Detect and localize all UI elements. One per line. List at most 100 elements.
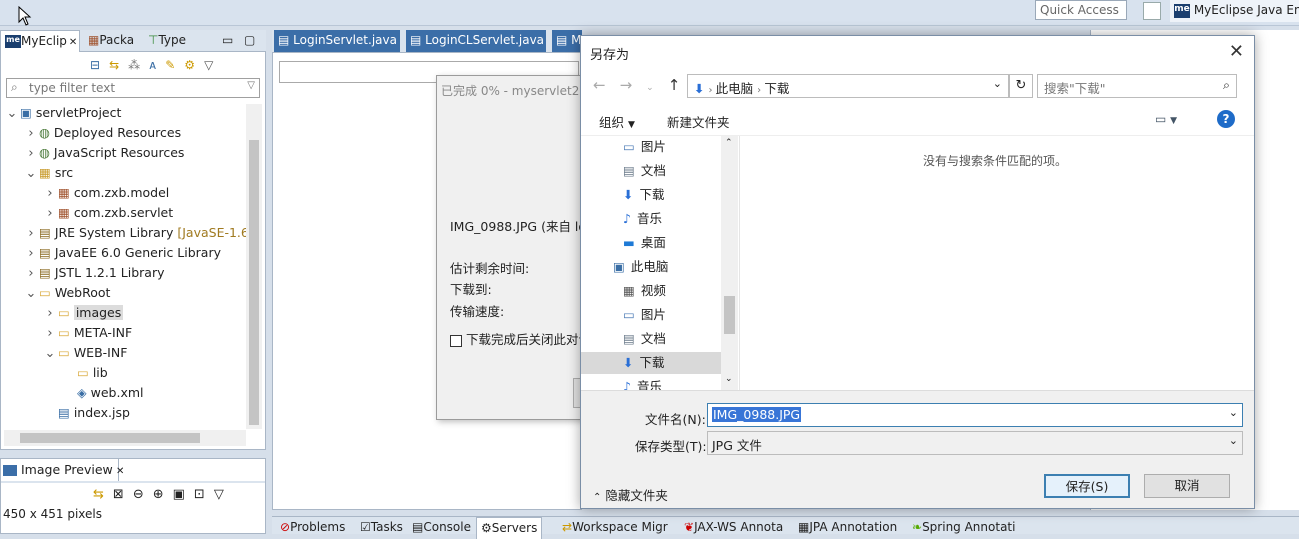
view-options-button[interactable]: ▭ ▼ [1155,112,1177,126]
chevron-down-icon[interactable]: ▽ [247,80,255,91]
help-icon[interactable]: ? [1217,110,1235,128]
tab-console[interactable]: ▤Console [408,517,475,539]
scroll-thumb[interactable] [20,433,200,443]
quick-access-input[interactable]: Quick Access [1035,0,1127,20]
close-icon[interactable]: ✕ [113,466,124,477]
nav-scrollbar[interactable]: ⌃ ⌄ [721,136,738,390]
file-list[interactable]: 没有与搜索条件匹配的项。 [739,136,1249,390]
scroll-up-icon[interactable]: ⌃ [725,138,733,148]
tree-item[interactable]: ⌄ ▭ WEB-INF [44,343,128,364]
tree-item[interactable]: › ▦ com.zxb.servlet [44,203,173,223]
cancel-button[interactable]: 取消 [1144,474,1230,498]
wand-icon[interactable]: ✎ [165,58,184,72]
chevron-down-icon[interactable]: ⌄ [44,344,56,364]
nav-item[interactable]: ▭ 图片 [581,136,721,158]
actual-size-icon[interactable]: ▣ [173,487,194,502]
new-folder-button[interactable]: 新建文件夹 [667,112,730,131]
chevron-right-icon[interactable]: › [44,304,56,324]
font-icon[interactable]: ᴀ [149,58,165,72]
tree-item[interactable]: › ◍ Deployed Resources [25,123,181,143]
scroll-down-icon[interactable]: ⌄ [725,374,733,384]
tab-jpa[interactable]: ▦JPA Annotation [794,517,901,539]
tree-item[interactable]: ▤ index.jsp [44,403,130,423]
tree-item[interactable]: ◈ web.xml [63,383,144,403]
checkbox-icon[interactable] [450,334,462,347]
tree-item[interactable]: › ▭ images [44,303,124,324]
scroll-thumb[interactable] [249,140,259,425]
tree-item[interactable]: › ▦ com.zxb.model [44,183,169,203]
open-perspective-icon[interactable] [1143,2,1161,20]
fit-window-icon[interactable]: ⊡ [194,487,214,502]
chevron-down-icon[interactable]: ⌄ [993,77,1002,90]
tab-tasks[interactable]: ☑Tasks [356,517,407,539]
breadcrumb-downloads[interactable]: 下载 [764,81,789,96]
chevron-right-icon[interactable]: › [44,204,56,224]
chevron-right-icon[interactable]: › [44,324,56,344]
tree-item[interactable]: ›▤JRE System Library[JavaSE-1.6] [25,223,246,243]
nav-item[interactable]: ⬇ 下载 [581,352,721,374]
tab-servers[interactable]: ⚙Servers [476,517,543,539]
chevron-down-icon[interactable]: ⌄ [6,104,18,124]
nav-item[interactable]: ▤ 文档 [581,328,721,350]
chevron-right-icon[interactable]: › [25,144,37,164]
nav-item[interactable]: ▣ 此电脑 [581,256,721,278]
settings-icon[interactable]: ⚙ [184,58,204,72]
tab-workspace-migration[interactable]: ⇄Workspace Migr [558,517,672,539]
organize-button[interactable]: 组织 ▼ [599,112,635,131]
link-icon[interactable]: ⇆ [93,487,113,502]
perspective-myeclipse[interactable]: me MyEclipse Java En [1170,0,1299,22]
view-menu-icon[interactable]: ▽ [214,487,233,502]
nav-item[interactable]: ▭ 图片 [581,304,721,326]
tab-package-explorer[interactable]: ▦Packa [84,30,142,52]
zoom-out-icon[interactable]: ⊖ [133,487,153,502]
filename-input[interactable]: IMG_0988.JPG ⌄ [707,403,1243,427]
nav-item[interactable]: ▤ 文档 [581,160,721,182]
nav-item[interactable]: ▬ 桌面 [581,232,721,254]
save-button[interactable]: 保存(S) [1044,474,1130,498]
tab-jaxws[interactable]: ❦JAX-WS Annota [680,517,787,539]
filters-icon[interactable]: ⁂ [128,58,149,72]
tree-item[interactable]: › ▭ META-INF [44,323,132,343]
chevron-down-icon[interactable]: ⌄ [1229,434,1238,447]
tab-loginservlet[interactable]: ▤ LoginServlet.java [274,30,400,52]
chevron-right-icon[interactable]: › [25,244,37,264]
chevron-down-icon[interactable]: ⌄ [25,164,37,184]
tab-myeclipse-explorer[interactable]: meMyEclip ✕ [0,30,80,52]
tree-item[interactable]: › ▤ JavaEE 6.0 Generic Library [25,243,221,263]
chevron-right-icon[interactable]: › [25,124,37,144]
tree-item[interactable]: › ◍ JavaScript Resources [25,143,184,163]
nav-item[interactable]: ⬇ 下载 [581,184,721,206]
tree-item[interactable]: › ▤ JSTL 1.2.1 Library [25,263,164,284]
file-type-select[interactable]: JPG 文件 ⌄ [707,431,1243,455]
link-editor-icon[interactable]: ⇆ [109,58,128,72]
tab-image-preview[interactable]: Image Preview ✕ [1,459,124,481]
view-menu-icon[interactable]: ▽ [204,58,222,72]
fit-icon[interactable]: ⊠ [113,487,133,502]
minimize-button[interactable]: ▭ [218,30,238,52]
tree-item[interactable]: ⌄ ▦ src [25,163,74,184]
chevron-right-icon[interactable]: › [44,184,56,204]
hide-folders-toggle[interactable]: ⌃ 隐藏文件夹 [593,485,668,504]
nav-item[interactable]: ▦ 视频 [581,280,721,302]
chevron-down-icon[interactable]: ⌄ [25,284,37,304]
tab-spring[interactable]: ❧Spring Annotati [908,517,1019,539]
collapse-all-icon[interactable]: ⊟ [90,58,109,72]
filter-input[interactable]: ⌕ type filter text ▽ [6,78,260,98]
chevron-down-icon[interactable]: ⌄ [1229,406,1238,419]
search-input[interactable]: 搜索"下载" ⌕ [1037,74,1237,98]
tree-item[interactable]: ⌄ ▭ WebRoot [25,283,111,304]
zoom-in-icon[interactable]: ⊕ [153,487,173,502]
nav-item[interactable]: ♪ 音乐 [581,208,721,230]
maximize-button[interactable]: ▢ [240,30,260,52]
scroll-thumb[interactable] [724,296,735,334]
chevron-right-icon[interactable]: › [25,224,37,244]
chevron-right-icon[interactable]: › [25,264,37,284]
tree-item[interactable]: ▭ lib [63,363,108,383]
tab-loginclservlet[interactable]: ▤ LoginCLServlet.java [406,30,546,52]
recent-chevron-icon[interactable]: ⌄ [646,83,668,93]
breadcrumb-this-pc[interactable]: 此电脑 [716,81,754,96]
tab-problems[interactable]: ⊘Problems [276,517,349,539]
refresh-button[interactable]: ↻ [1009,74,1033,98]
address-bar[interactable]: ⬇ › 此电脑 › 下载 ⌄ [687,74,1009,98]
back-arrow-icon[interactable]: ← [593,76,620,94]
